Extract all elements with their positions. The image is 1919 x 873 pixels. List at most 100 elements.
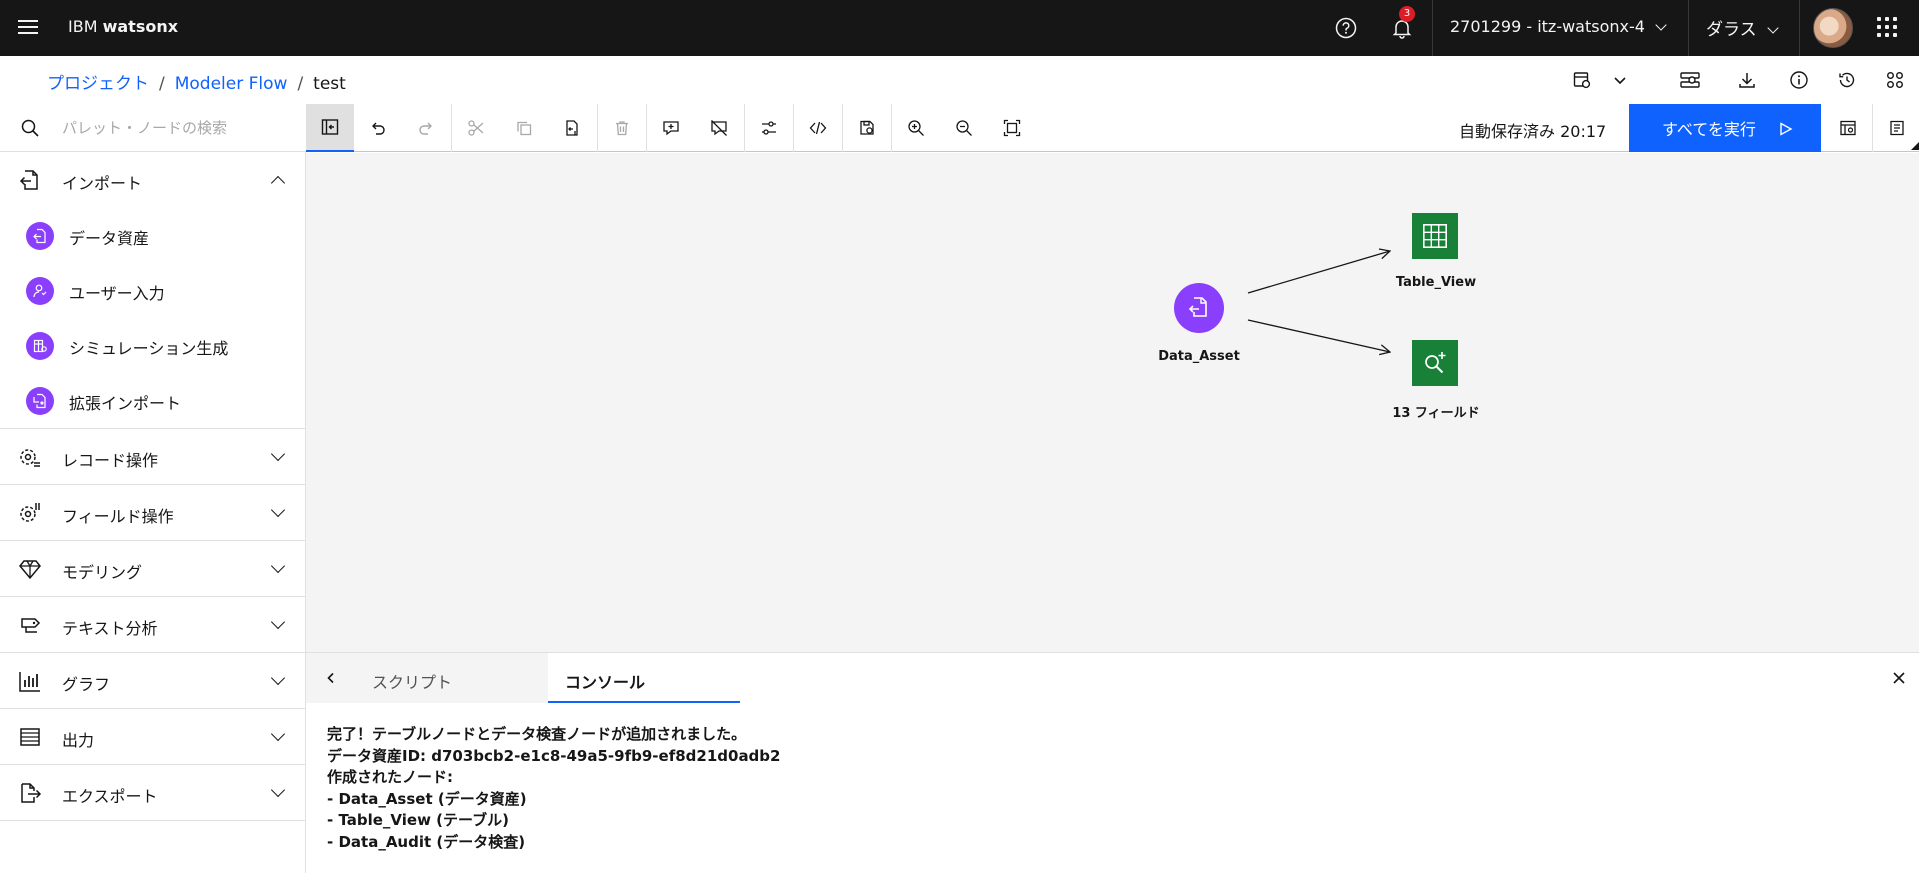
outputs-icon xyxy=(1840,120,1856,136)
node-table-view[interactable] xyxy=(1412,213,1458,259)
palette-category-field-ops[interactable]: フィールド操作 xyxy=(0,485,306,541)
chevron-up-icon xyxy=(270,175,286,191)
chevron-down-icon xyxy=(1767,22,1779,34)
add-comment-button[interactable] xyxy=(647,104,695,152)
tab-console[interactable]: コンソール xyxy=(548,653,740,703)
code-view-button[interactable] xyxy=(794,104,842,152)
header-divider xyxy=(1799,0,1800,56)
link-data-asset-to-data-audit[interactable] xyxy=(1247,319,1390,352)
tab-script[interactable]: スクリプト xyxy=(356,653,548,703)
console-line: - Table_View (テーブル) xyxy=(327,811,509,830)
palette-search xyxy=(0,104,306,152)
information-icon[interactable] xyxy=(1783,64,1815,96)
bottom-panel: スクリプト コンソール 完了！テーブルノードとデータ検査ノードが追加されました。… xyxy=(306,652,1919,873)
import-icon xyxy=(18,168,42,192)
node-data-audit[interactable] xyxy=(1412,340,1458,386)
palette-node-simulation[interactable]: シミュレーション生成 xyxy=(0,318,306,373)
header-divider xyxy=(1432,0,1433,56)
palette-category-import[interactable]: インポート xyxy=(0,152,306,208)
text-analytics-icon xyxy=(18,613,42,637)
close-panel-button[interactable] xyxy=(1888,667,1910,689)
region-switcher[interactable]: ダラス xyxy=(1706,15,1779,40)
output-icon xyxy=(18,725,42,749)
console-line: データ資産ID: d703bcb2-e1c8-49a5-9fb9-ef8d21d… xyxy=(327,746,781,765)
palette-node-extension-import[interactable]: 拡張インポート xyxy=(0,373,306,428)
hamburger-menu-icon[interactable] xyxy=(16,16,40,40)
chevron-down-icon[interactable] xyxy=(1604,64,1636,96)
version-history-icon[interactable] xyxy=(1831,64,1863,96)
chevron-left-icon xyxy=(327,672,334,684)
zoom-in-icon xyxy=(908,120,924,136)
download-icon[interactable] xyxy=(1731,64,1763,96)
cut-button[interactable] xyxy=(452,104,500,152)
node-palette: インポート データ資産 ユーザー入力 シミュレーション生成 拡張インポート レコ… xyxy=(0,104,306,873)
flow-links xyxy=(1174,213,1458,386)
zoom-out-button[interactable] xyxy=(940,104,988,152)
flow-canvas[interactable]: Data_Asset Table_View 13 フィールド xyxy=(306,153,1919,652)
console-line: 作成されたノード: xyxy=(327,768,453,787)
node-label-table-view: Table_View xyxy=(1395,275,1477,290)
breadcrumb-modeler-flow[interactable]: Modeler Flow xyxy=(175,74,288,94)
palette-node-data-asset[interactable]: データ資産 xyxy=(0,208,306,263)
palette-category-export[interactable]: エクスポート xyxy=(0,765,306,821)
delete-button[interactable] xyxy=(598,104,646,152)
record-ops-icon xyxy=(18,445,42,469)
toggle-palette-button[interactable] xyxy=(306,104,354,152)
palette-category-output[interactable]: 出力 xyxy=(0,709,306,765)
redo-button[interactable] xyxy=(402,104,450,152)
console-line: 完了！テーブルノードとデータ検査ノードが追加されました。 xyxy=(327,725,747,743)
user-input-icon xyxy=(26,277,54,305)
avatar[interactable] xyxy=(1813,8,1853,48)
palette-category-record-ops[interactable]: レコード操作 xyxy=(0,429,306,485)
palette-node-user-input[interactable]: ユーザー入力 xyxy=(0,263,306,318)
collapse-panel-button[interactable] xyxy=(306,653,356,703)
paste-icon xyxy=(566,120,578,136)
extension-import-icon xyxy=(26,387,54,415)
chevron-down-icon xyxy=(270,726,286,742)
brand-name[interactable]: IBM watsonx xyxy=(68,17,178,36)
autosave-status: 自動保存済み 20:17 xyxy=(1459,122,1607,141)
run-all-button[interactable]: すべてを実行 xyxy=(1629,104,1821,152)
hide-comments-button[interactable] xyxy=(695,104,743,152)
runtime-settings-icon[interactable] xyxy=(1674,64,1706,96)
field-ops-icon xyxy=(18,501,42,525)
paste-button[interactable] xyxy=(548,104,596,152)
app-switcher-icon[interactable] xyxy=(1877,17,1899,39)
settings-sliders-button[interactable] xyxy=(745,104,793,152)
notebook-panel-button[interactable] xyxy=(1873,104,1919,152)
account-switcher[interactable]: 2701299 - itz-watsonx-4 xyxy=(1450,17,1667,36)
undo-button[interactable] xyxy=(354,104,402,152)
breadcrumb-projects[interactable]: プロジェクト xyxy=(47,74,149,94)
flow-properties-icon[interactable] xyxy=(1879,64,1911,96)
palette-category-text-analytics[interactable]: テキスト分析 xyxy=(0,597,306,653)
close-icon xyxy=(1893,672,1905,684)
zoom-in-button[interactable] xyxy=(892,104,940,152)
node-data-asset[interactable] xyxy=(1174,283,1224,333)
copy-button[interactable] xyxy=(500,104,548,152)
copy-icon xyxy=(517,121,532,136)
graph-icon xyxy=(18,669,42,693)
save-version-button[interactable] xyxy=(843,104,891,152)
fit-to-screen-icon xyxy=(1003,119,1021,137)
chevron-down-icon xyxy=(270,782,286,798)
palette-search-input[interactable] xyxy=(62,114,292,142)
trash-icon xyxy=(616,121,628,136)
palette-category-graph[interactable]: グラフ xyxy=(0,653,306,709)
node-label-data-audit: 13 フィールド xyxy=(1392,406,1480,421)
fit-to-screen-button[interactable] xyxy=(988,104,1036,152)
top-header: IBM watsonx 3 2701299 - itz-watsonx-4 ダラ… xyxy=(0,0,1919,56)
breadcrumb: プロジェクト / Modeler Flow / test xyxy=(47,74,346,94)
sliders-icon xyxy=(762,121,776,135)
code-icon xyxy=(809,121,827,135)
palette-category-modeling[interactable]: モデリング xyxy=(0,541,306,597)
cut-icon xyxy=(468,120,484,136)
canvas-toolbar: 自動保存済み 20:17 すべてを実行 xyxy=(306,104,1919,152)
corner-expand-icon xyxy=(1911,142,1919,150)
link-data-asset-to-table-view[interactable] xyxy=(1247,251,1390,294)
help-icon[interactable] xyxy=(1330,12,1362,44)
console-line: - Data_Audit (データ検査) xyxy=(327,832,526,851)
flow-settings-icon[interactable] xyxy=(1566,64,1598,96)
outputs-panel-button[interactable] xyxy=(1824,104,1872,152)
breadcrumb-current: test xyxy=(313,74,346,94)
console-output: 完了！テーブルノードとデータ検査ノードが追加されました。 データ資産ID: d7… xyxy=(327,724,780,854)
